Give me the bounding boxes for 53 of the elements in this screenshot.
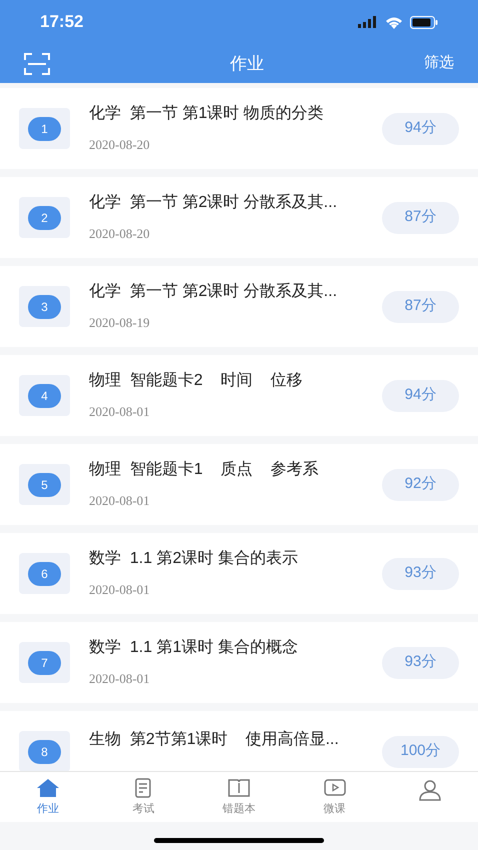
number-badge: 2 [28,206,61,230]
homework-item[interactable]: 3 化学 第一节 第2课时 分散系及其... 2020-08-19 87分 [0,266,478,347]
homework-date: 2020-08-01 [89,492,151,510]
number-badge: 3 [28,294,61,318]
homework-date: 2020-08-01 [89,581,151,600]
play-icon [322,776,347,799]
book-icon [226,776,251,799]
homework-item[interactable]: 1 化学 第一节 第1课时 物质的分类 2020-08-20 94分 [0,88,478,169]
status-time: 17:52 [40,11,84,34]
homework-date: 2020-08-20 [89,225,151,244]
number-badge: 6 [28,562,61,586]
wifi-icon [385,16,403,28]
tab-item[interactable]: 考试 [96,772,192,822]
page-title: 作业 [230,52,264,75]
homework-item[interactable]: 6 数学 1.1 第2课时 集合的表示 2020-08-01 93分 [0,533,478,614]
homework-title: 物理 智能题卡2 时间 位移 [89,370,304,392]
scan-icon[interactable] [24,52,50,74]
homework-date: 2020-08-01 [89,403,151,422]
homework-date: 2020-08-01 [89,670,151,688]
signal-icon [358,16,378,28]
homework-date: 2020-08-19 [89,314,151,332]
score-pill: 87分 [382,202,459,234]
tab-item[interactable]: 微课 [286,772,382,822]
homework-date: 2020-08-20 [89,136,151,154]
homework-item[interactable]: 7 数学 1.1 第1课时 集合的概念 2020-08-01 93分 [0,622,478,703]
number-badge: 8 [28,740,61,764]
score-pill: 87分 [382,290,459,322]
homework-title: 化学 第一节 第1课时 物质的分类 [89,104,325,124]
homework-title: 化学 第一节 第2课时 分散系及其... [89,192,338,214]
user-icon [418,778,442,800]
battery-icon [410,16,438,28]
homework-title: 生物 第2节第1课时 使用高倍显... [89,730,340,750]
homework-title: 化学 第一节 第2课时 分散系及其... [89,282,338,302]
number-badge: 4 [28,384,61,408]
number-badge: 1 [28,116,61,140]
score-pill: 93分 [382,558,459,590]
score-pill: 93分 [382,646,459,678]
homework-title: 数学 1.1 第2课时 集合的表示 [89,548,299,570]
score-pill: 94分 [382,112,459,144]
score-pill: 92分 [382,468,459,500]
homework-title: 数学 1.1 第1课时 集合的概念 [89,638,299,658]
homework-item[interactable]: 5 物理 智能题卡1 质点 参考系 2020-08-01 92分 [0,444,478,525]
tab-item[interactable]: 错题本 [191,772,287,822]
homework-item[interactable]: 4 物理 智能题卡2 时间 位移 2020-08-01 94分 [0,355,478,436]
homework-item[interactable]: 2 化学 第一节 第2课时 分散系及其... 2020-08-20 87分 [0,177,478,258]
homework-item[interactable]: 8 生物 第2节第1课时 使用高倍显... 100分 [0,711,478,771]
home-icon [36,776,60,799]
score-pill: 94分 [382,380,459,412]
score-pill: 100分 [382,736,459,768]
homework-title: 物理 智能题卡1 质点 参考系 [89,460,320,480]
number-badge: 5 [28,472,61,496]
tab-item[interactable]: 作业 [0,772,96,822]
number-badge: 7 [28,650,61,674]
